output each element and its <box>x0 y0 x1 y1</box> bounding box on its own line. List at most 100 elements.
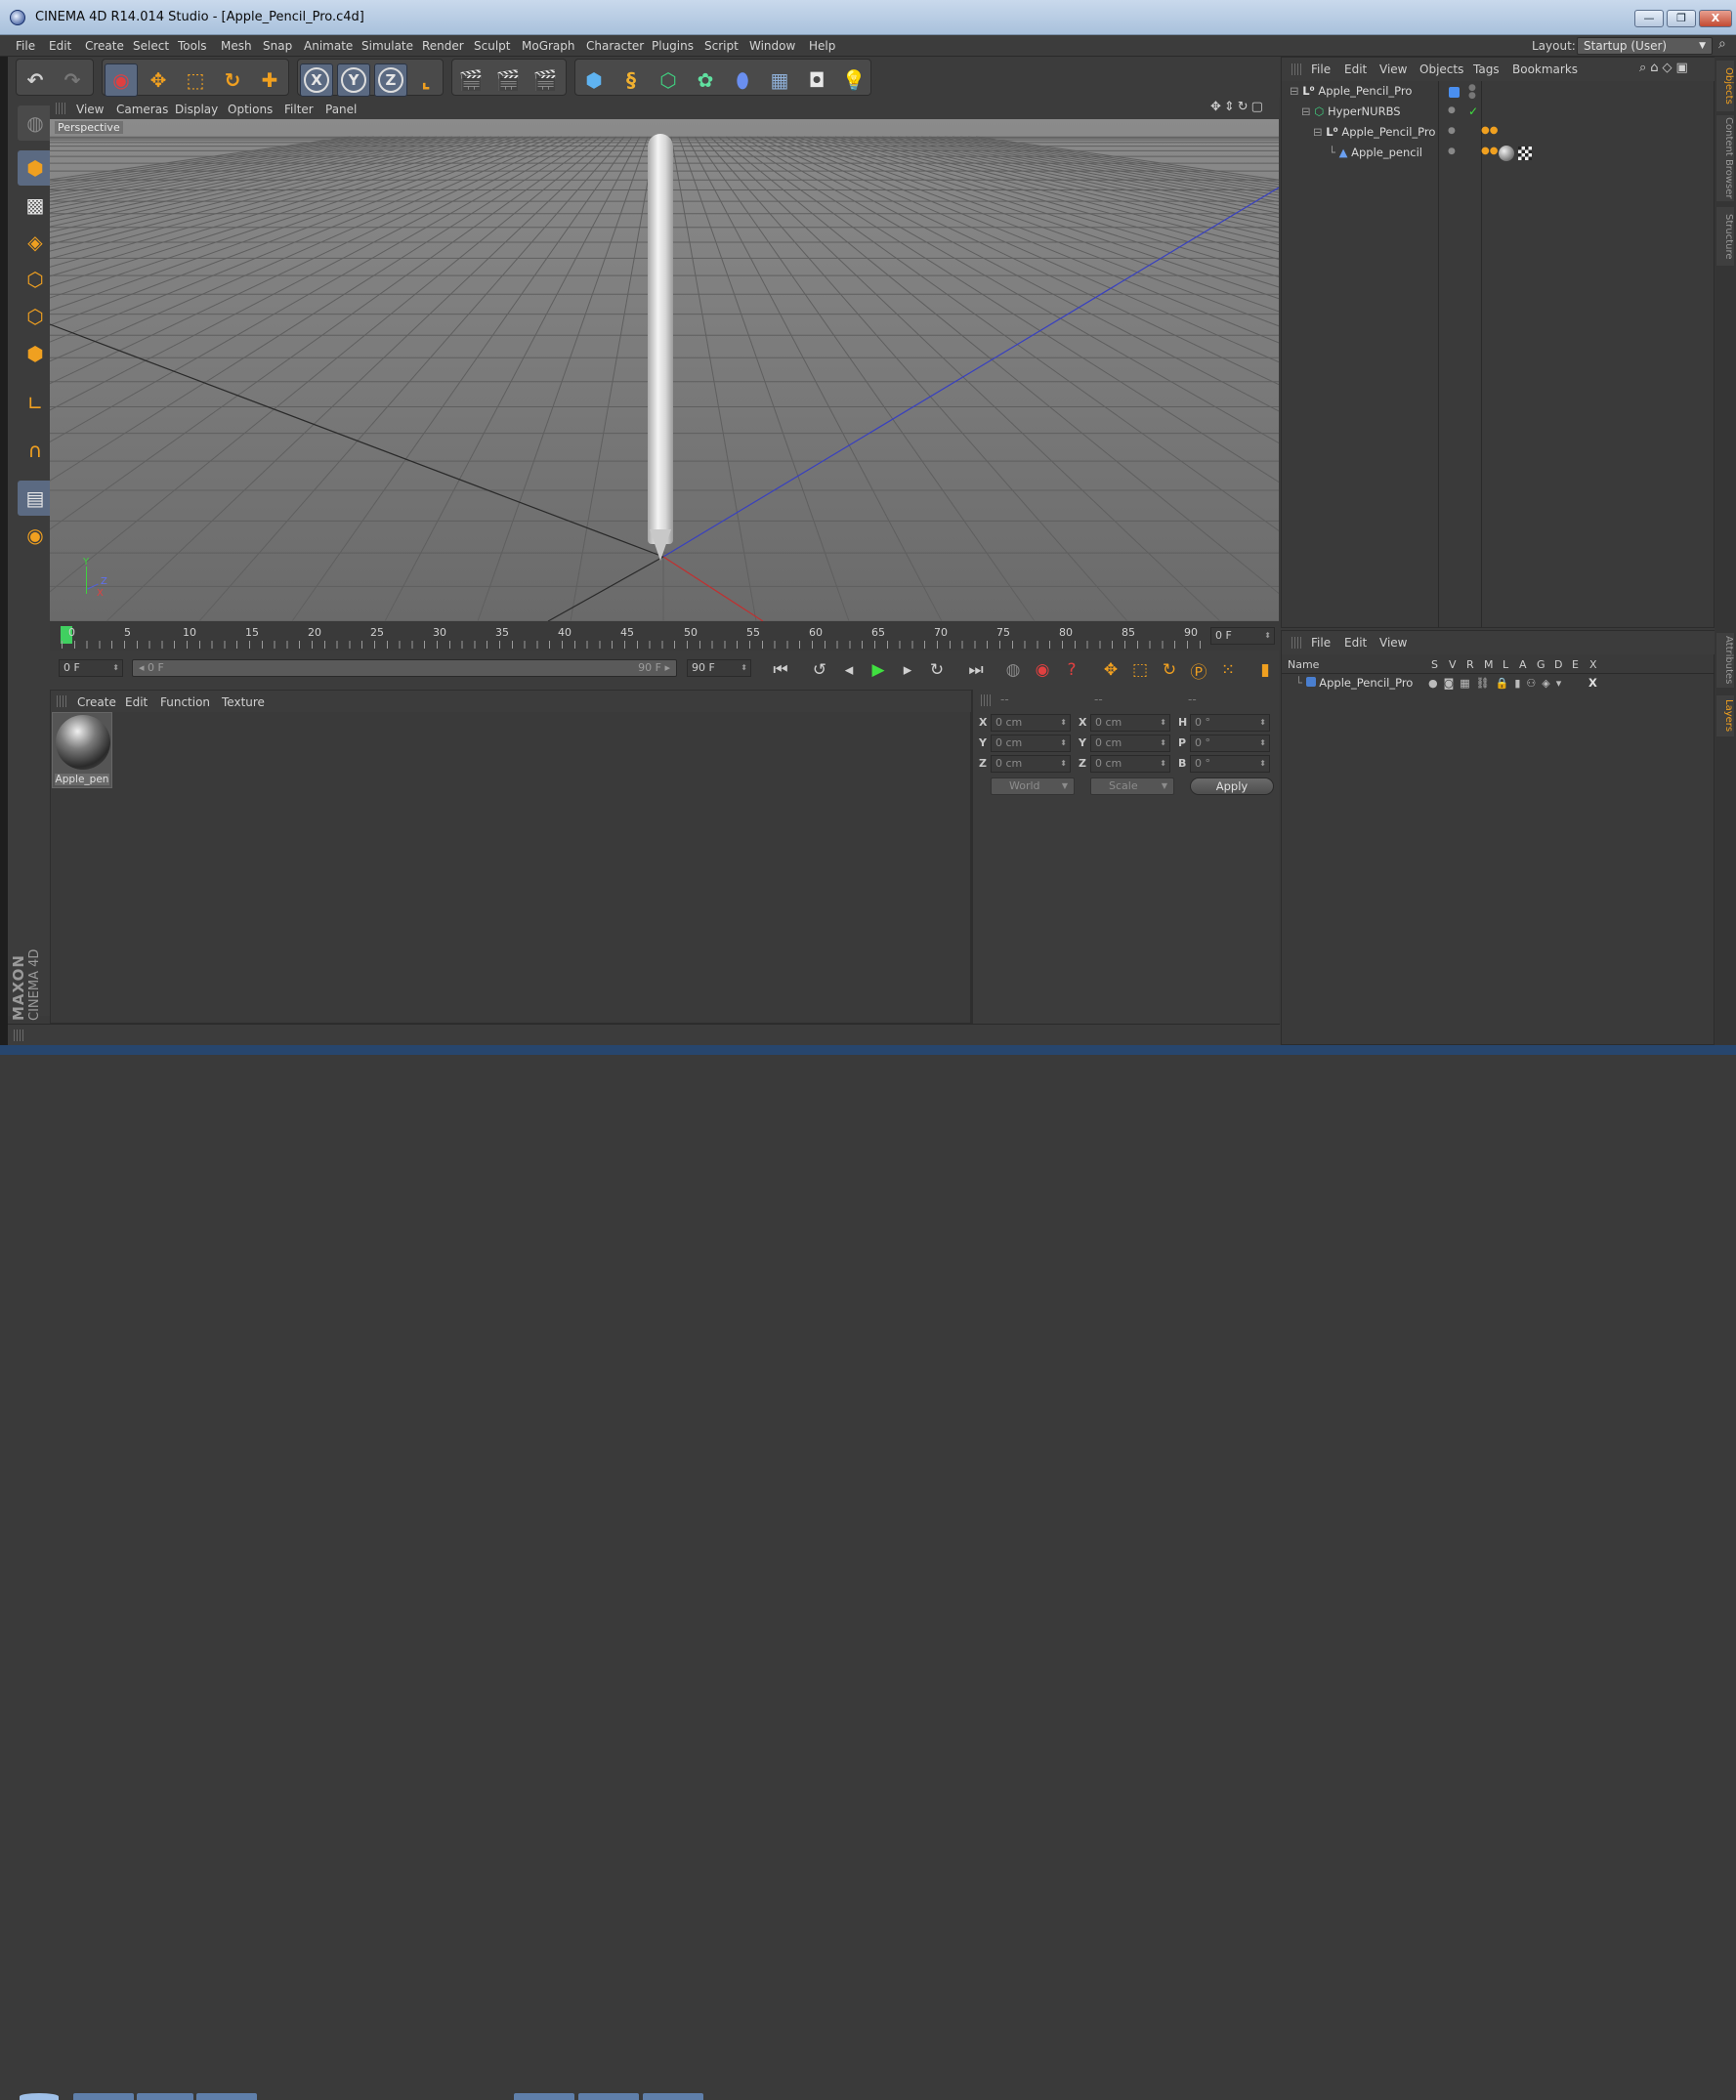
panel-grip[interactable] <box>1291 63 1301 75</box>
size-z-field[interactable]: 0 cm ⬍ <box>1090 755 1170 773</box>
spline-icon[interactable]: § <box>614 63 648 97</box>
current-frame-field[interactable]: 0 F ⬍ <box>1210 627 1275 645</box>
visibility-dot[interactable]: ● <box>1448 126 1456 136</box>
col-xref[interactable]: X <box>1589 658 1597 671</box>
menu-help[interactable]: Help <box>809 39 835 53</box>
camera-icon[interactable]: ◘ <box>800 63 833 97</box>
tab-attributes[interactable]: Attributes <box>1716 633 1734 688</box>
loop-back-icon[interactable]: ↺ <box>807 657 832 683</box>
step-back-icon[interactable]: ◂ <box>836 657 862 683</box>
col-expressions[interactable]: E <box>1572 658 1579 671</box>
redo-icon[interactable]: ↷ <box>56 63 89 97</box>
layer-color-tag[interactable] <box>1449 87 1460 98</box>
menu-tools[interactable]: Tools <box>178 39 207 53</box>
model-mode-icon[interactable]: ⬢ <box>18 150 53 186</box>
scale-tool-icon[interactable]: ⬚ <box>179 63 212 97</box>
size-x-field[interactable]: 0 cm ⬍ <box>1090 714 1170 732</box>
menu-snap[interactable]: Snap <box>263 39 292 53</box>
preview-range-slider[interactable]: ◂ 0 F 90 F ▸ <box>132 659 677 677</box>
viewport-menu-filter[interactable]: Filter <box>284 103 314 116</box>
taskbar-item[interactable] <box>643 2093 703 2100</box>
menu-create[interactable]: Create <box>85 39 124 53</box>
menu-script[interactable]: Script <box>704 39 739 53</box>
key-scale-icon[interactable]: ⬚ <box>1127 657 1153 683</box>
size-y-field[interactable]: 0 cm ⬍ <box>1090 735 1170 752</box>
col-deformers[interactable]: D <box>1554 658 1562 671</box>
timeline-layout-icon[interactable]: ▮ <box>1252 657 1278 683</box>
live-selection-icon[interactable]: ◉ <box>105 63 138 97</box>
nurbs-icon[interactable]: ⬡ <box>652 63 685 97</box>
x-axis-lock-button[interactable]: X <box>300 63 333 97</box>
object-menu-view[interactable]: View <box>1379 63 1407 76</box>
viewport-menu-panel[interactable]: Panel <box>325 103 357 116</box>
key-rotation-icon[interactable]: ↻ <box>1157 657 1182 683</box>
material-menu-function[interactable]: Function <box>160 695 210 709</box>
rot-p-field[interactable]: 0 ° ⬍ <box>1190 735 1270 752</box>
viewport-menu-view[interactable]: View <box>76 103 104 116</box>
tag-dots-icon[interactable]: ●● <box>1481 146 1498 156</box>
mograph-cloner-icon[interactable]: ✿ <box>689 63 722 97</box>
coordinate-system-icon[interactable]: ⌞ <box>409 63 443 97</box>
menu-render[interactable]: Render <box>422 39 464 53</box>
light-icon[interactable]: 💡 <box>837 63 870 97</box>
object-row-apple-pencil-pro-child[interactable]: ⊟ L⁰ Apple_Pencil_Pro ● ●● <box>1313 125 1714 145</box>
menu-simulate[interactable]: Simulate <box>361 39 413 53</box>
layer-row[interactable]: └ Apple_Pencil_Pro ●◙▦⛓🔒▮⚇◈▾ X <box>1295 676 1706 695</box>
viewport-menu-cameras[interactable]: Cameras <box>116 103 168 116</box>
col-locked[interactable]: L <box>1503 658 1508 671</box>
object-row-hypernurbs[interactable]: ⊟ ⬡ HyperNURBS ● ✓ <box>1301 105 1712 124</box>
play-icon[interactable]: ▶ <box>866 657 891 683</box>
object-menu-objects[interactable]: Objects <box>1419 63 1463 76</box>
render-picture-viewer-icon[interactable]: 🎬 <box>491 63 525 97</box>
object-menu-file[interactable]: File <box>1311 63 1331 76</box>
material-menu-create[interactable]: Create <box>77 695 116 709</box>
apply-button[interactable]: Apply <box>1190 777 1274 795</box>
move-tool-icon[interactable]: ✥ <box>142 63 175 97</box>
workplane-mode-icon[interactable]: ◈ <box>18 225 53 260</box>
tab-layers[interactable]: Layers <box>1716 695 1734 736</box>
rotate-tool-icon[interactable]: ↻ <box>216 63 249 97</box>
menu-animate[interactable]: Animate <box>304 39 353 53</box>
visibility-dots[interactable]: ● ● <box>1468 84 1476 101</box>
object-menu-bookmarks[interactable]: Bookmarks <box>1512 63 1578 76</box>
restore-button[interactable]: ❐ <box>1667 10 1696 27</box>
timeline-ruler[interactable]: 0 5 10 15 20 25 30 35 40 45 50 55 60 65 … <box>50 621 1279 651</box>
object-manager-nav-icons[interactable]: ⌕⌂◇▣ <box>1639 61 1692 75</box>
xref-icon[interactable]: X <box>1588 676 1597 690</box>
go-to-end-icon[interactable]: ⏭ <box>963 657 989 683</box>
y-axis-lock-button[interactable]: Y <box>337 63 370 97</box>
undo-icon[interactable]: ↶ <box>19 63 52 97</box>
go-to-start-icon[interactable]: ⏮ <box>768 657 793 683</box>
taskbar-item[interactable] <box>514 2093 574 2100</box>
rot-h-field[interactable]: 0 ° ⬍ <box>1190 714 1270 732</box>
layer-menu-file[interactable]: File <box>1311 636 1331 650</box>
pos-z-field[interactable]: 0 cm ⬍ <box>991 755 1071 773</box>
object-menu-edit[interactable]: Edit <box>1344 63 1367 76</box>
key-position-icon[interactable]: ✥ <box>1098 657 1123 683</box>
record-keys-icon[interactable]: ◍ <box>1000 657 1026 683</box>
col-animation[interactable]: A <box>1519 658 1527 671</box>
loop-forward-icon[interactable]: ↻ <box>924 657 950 683</box>
coordinate-mode-dropdown[interactable]: World ▼ <box>991 777 1075 795</box>
panel-grip[interactable] <box>56 103 65 114</box>
panel-grip[interactable] <box>981 694 991 706</box>
menu-character[interactable]: Character <box>586 39 644 53</box>
material-menu-texture[interactable]: Texture <box>222 695 265 709</box>
tab-structure[interactable]: Structure <box>1716 207 1734 266</box>
viewport-menu-display[interactable]: Display <box>175 103 218 116</box>
menu-plugins[interactable]: Plugins <box>652 39 694 53</box>
taskbar-item[interactable] <box>73 2093 134 2100</box>
floor-object-icon[interactable]: ▦ <box>763 63 796 97</box>
enabled-check-icon[interactable]: ✓ <box>1468 105 1478 118</box>
pos-x-field[interactable]: 0 cm ⬍ <box>991 714 1071 732</box>
tag-dots-icon[interactable]: ●● <box>1481 125 1498 136</box>
close-button[interactable]: X <box>1699 10 1732 27</box>
col-generators[interactable]: G <box>1537 658 1545 671</box>
visibility-dot[interactable]: ● <box>1448 105 1456 115</box>
workplane-lock-icon[interactable]: ▤ <box>18 481 53 516</box>
panel-grip[interactable] <box>57 695 66 707</box>
taskbar-item[interactable] <box>196 2093 257 2100</box>
menu-sculpt[interactable]: Sculpt <box>474 39 510 53</box>
size-mode-dropdown[interactable]: Scale ▼ <box>1090 777 1174 795</box>
key-parameter-icon[interactable]: Ⓟ <box>1186 657 1211 683</box>
